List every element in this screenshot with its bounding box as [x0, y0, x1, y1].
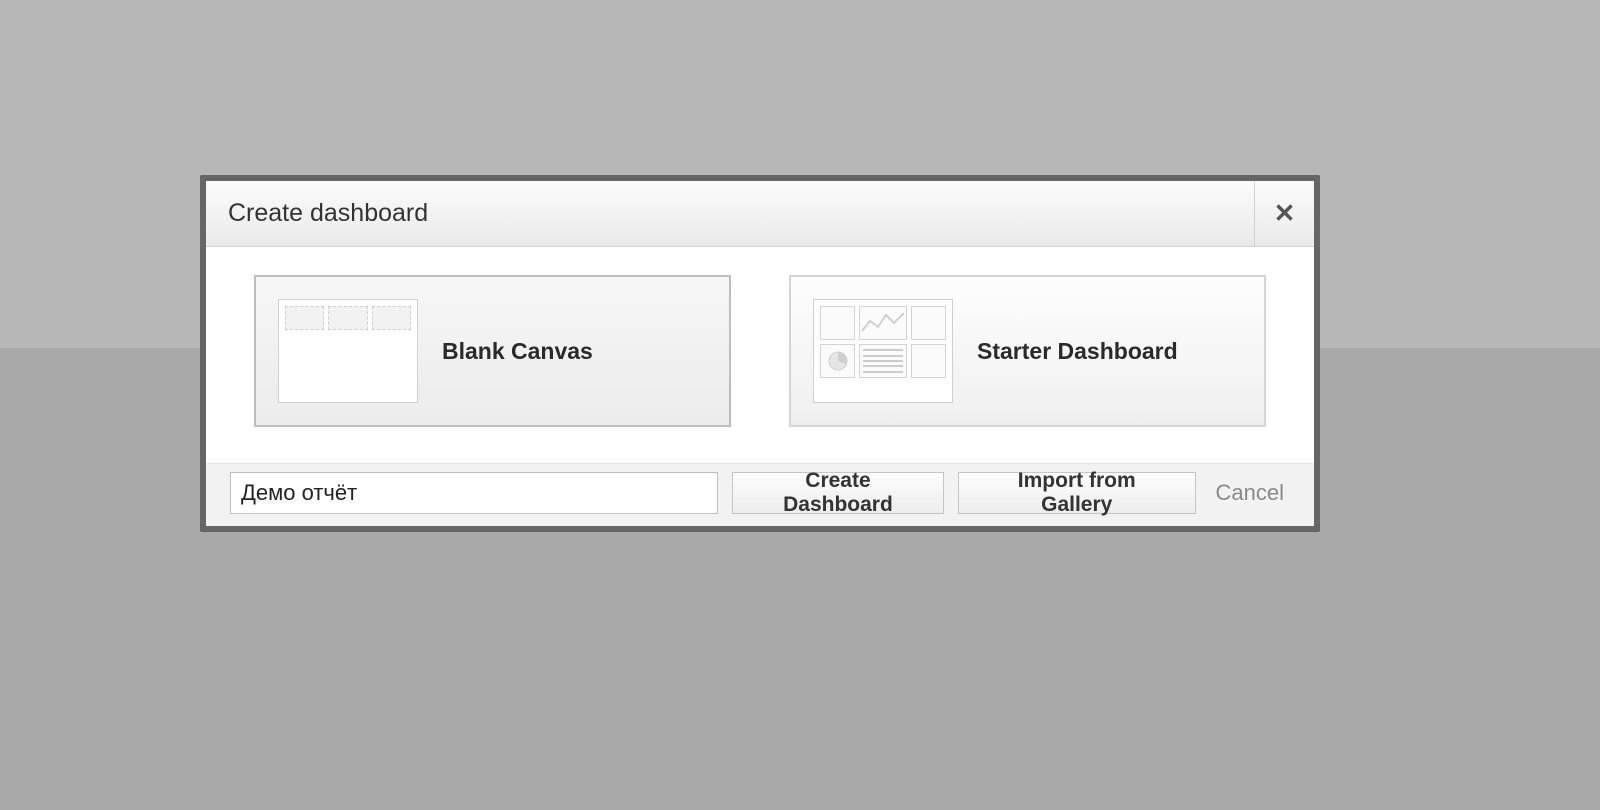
create-dashboard-button[interactable]: Create Dashboard: [732, 472, 944, 514]
dashboard-name-input[interactable]: [230, 472, 718, 514]
dialog-footer: Create Dashboard Import from Gallery Can…: [206, 463, 1314, 526]
close-button[interactable]: ✕: [1254, 181, 1314, 246]
blank-canvas-thumb: [278, 299, 418, 403]
dialog-title: Create dashboard: [206, 181, 1254, 246]
dashboard-options: Blank Canvas: [206, 247, 1314, 463]
option-starter-dashboard[interactable]: Starter Dashboard: [789, 275, 1266, 427]
create-dashboard-dialog: Create dashboard ✕ Blank Canvas: [200, 175, 1320, 532]
option-starter-dashboard-label: Starter Dashboard: [977, 338, 1178, 365]
close-icon: ✕: [1274, 198, 1296, 229]
starter-dashboard-thumb: [813, 299, 953, 403]
import-from-gallery-button[interactable]: Import from Gallery: [958, 472, 1196, 514]
dialog-header: Create dashboard ✕: [206, 181, 1314, 247]
cancel-link[interactable]: Cancel: [1210, 480, 1290, 506]
option-blank-canvas-label: Blank Canvas: [442, 338, 593, 365]
option-blank-canvas[interactable]: Blank Canvas: [254, 275, 731, 427]
